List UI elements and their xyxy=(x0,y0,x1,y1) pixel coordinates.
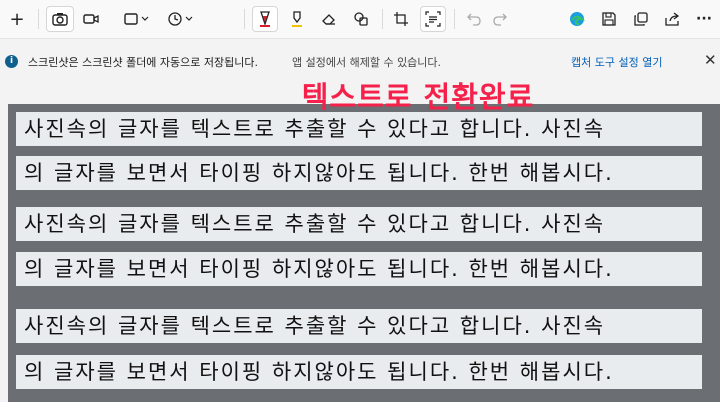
divider xyxy=(244,9,245,29)
close-icon[interactable]: ✕ xyxy=(704,51,717,69)
toolbar: + ··· xyxy=(0,0,720,39)
image-text-line: 의 글자를 보면서 타이핑 하지않아도 됩니다. 한번 해봅시다. xyxy=(16,252,702,286)
chevron-down-icon xyxy=(185,16,192,21)
ballpoint-pen-button[interactable] xyxy=(252,6,278,32)
save-button[interactable] xyxy=(596,6,622,32)
delay-dropdown[interactable] xyxy=(164,6,196,32)
overlay-title: 텍스트로 전환완료 xyxy=(301,80,535,114)
redo-icon xyxy=(493,13,507,26)
open-settings-link[interactable]: 캡처 도구 설정 열기 xyxy=(571,54,662,70)
divider xyxy=(454,9,455,29)
share-button[interactable] xyxy=(660,6,686,32)
browser-icon xyxy=(570,12,585,26)
more-options-button[interactable]: ··· xyxy=(692,6,716,32)
plus-icon: + xyxy=(9,8,25,30)
crop-icon xyxy=(394,12,408,26)
copy-icon xyxy=(634,12,648,26)
text-actions-button[interactable] xyxy=(420,6,446,32)
image-text-line: 사진속의 글자를 텍스트로 추출할 수 있다고 합니다. 사진속 xyxy=(16,112,702,146)
save-icon xyxy=(602,12,616,26)
share-icon xyxy=(665,12,680,26)
shapes-icon xyxy=(354,12,368,26)
info-icon: i xyxy=(5,55,18,68)
image-text-line: 의 글자를 보면서 타이핑 하지않아도 됩니다. 한번 해봅시다. xyxy=(16,355,702,389)
divider xyxy=(382,9,383,29)
eraser-icon xyxy=(322,14,335,25)
image-text-line: 사진속의 글자를 텍스트로 추출할 수 있다고 합니다. 사진속 xyxy=(16,207,702,241)
info-sub-message: 앱 설정에서 해제할 수 있습니다. xyxy=(292,56,442,69)
snip-shape-dropdown[interactable] xyxy=(120,6,152,32)
undo-button[interactable] xyxy=(462,6,486,32)
image-text-line: 사진속의 글자를 텍스트로 추출할 수 있다고 합니다. 사진속 xyxy=(16,309,702,343)
shapes-button[interactable] xyxy=(348,6,374,32)
clock-icon xyxy=(167,12,182,26)
info-bar: i 스크린샷은 스크린샷 폴더에 자동으로 저장됩니다. 앱 설정에서 해제할 … xyxy=(0,48,720,74)
highlighter-button[interactable] xyxy=(284,6,310,32)
image-text-line: 의 글자를 보면서 타이핑 하지않아도 됩니다. 한번 해봅시다. xyxy=(16,156,702,190)
record-mode-button[interactable] xyxy=(78,6,104,32)
camera-icon xyxy=(52,13,68,26)
video-icon xyxy=(83,14,99,24)
redo-button[interactable] xyxy=(488,6,512,32)
new-button[interactable]: + xyxy=(6,6,28,32)
ellipsis-icon: ··· xyxy=(696,11,712,27)
info-message: 스크린샷은 스크린샷 폴더에 자동으로 저장됩니다. xyxy=(28,56,259,69)
highlighter-icon xyxy=(292,11,302,27)
ballpoint-pen-icon xyxy=(260,11,270,27)
undo-icon xyxy=(467,13,481,26)
crop-button[interactable] xyxy=(388,6,414,32)
chevron-down-icon xyxy=(141,16,148,21)
snip-mode-button[interactable] xyxy=(46,6,74,32)
eraser-button[interactable] xyxy=(316,6,342,32)
text-actions-icon xyxy=(425,11,441,27)
divider xyxy=(38,9,39,29)
screenshot-canvas: 사진속의 글자를 텍스트로 추출할 수 있다고 합니다. 사진속 의 글자를 보… xyxy=(8,104,720,402)
copy-button[interactable] xyxy=(628,6,654,32)
rectangle-select-icon xyxy=(123,13,138,25)
open-in-browser-button[interactable] xyxy=(564,6,590,32)
